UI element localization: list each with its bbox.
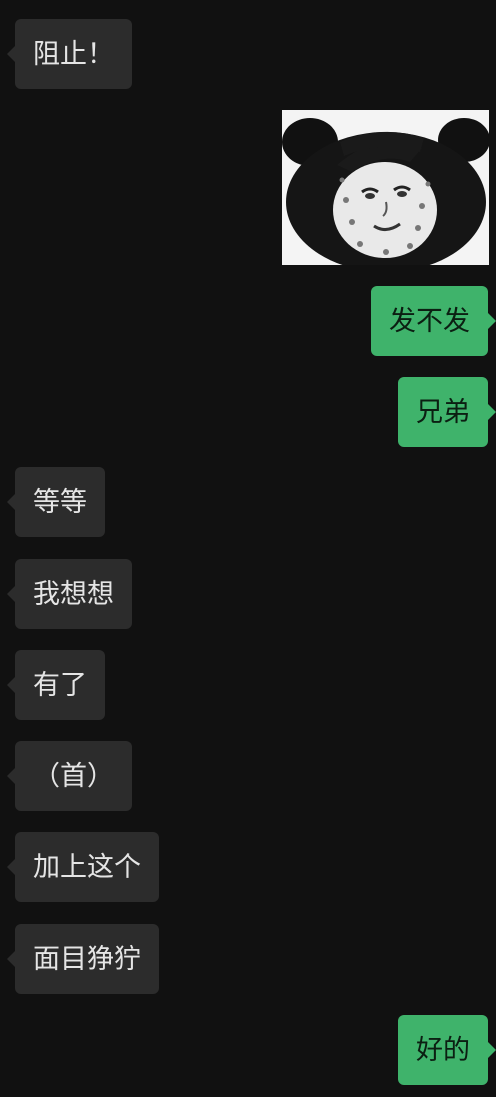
message-text: 加上这个 xyxy=(33,851,141,883)
message-bubble-incoming[interactable]: （首） xyxy=(7,741,132,811)
message-bubble-incoming[interactable]: 我想想 xyxy=(7,559,132,629)
message-text: （首） xyxy=(33,760,114,792)
message-text: 发不发 xyxy=(389,305,470,337)
panda-meme-face-icon xyxy=(282,110,489,265)
message-bubble-outgoing[interactable]: 兄弟 xyxy=(398,377,496,447)
message-text: 我想想 xyxy=(33,578,114,610)
message-text: 等等 xyxy=(33,486,87,518)
message-bubble-outgoing[interactable]: 发不发 xyxy=(371,286,496,356)
message-text: 好的 xyxy=(416,1034,470,1066)
message-bubble-incoming[interactable]: 加上这个 xyxy=(7,832,159,902)
message-bubble-incoming[interactable]: 有了 xyxy=(7,650,105,720)
message-text: 面目狰狞 xyxy=(33,943,141,975)
sticker-message-outgoing[interactable] xyxy=(282,110,489,265)
chat-message-list[interactable]: 阻止！ 发不发 兄弟 等等 我想想 有了 （首） 加上这个 面目狰狞 好的 xyxy=(0,0,496,1097)
message-text: 阻止！ xyxy=(33,38,114,70)
message-text: 有了 xyxy=(33,669,87,701)
message-bubble-outgoing[interactable]: 好的 xyxy=(398,1015,496,1085)
message-bubble-incoming[interactable]: 面目狰狞 xyxy=(7,924,159,994)
message-bubble-incoming[interactable]: 等等 xyxy=(7,467,105,537)
message-bubble-incoming[interactable]: 阻止！ xyxy=(7,19,132,89)
message-text: 兄弟 xyxy=(416,396,470,428)
